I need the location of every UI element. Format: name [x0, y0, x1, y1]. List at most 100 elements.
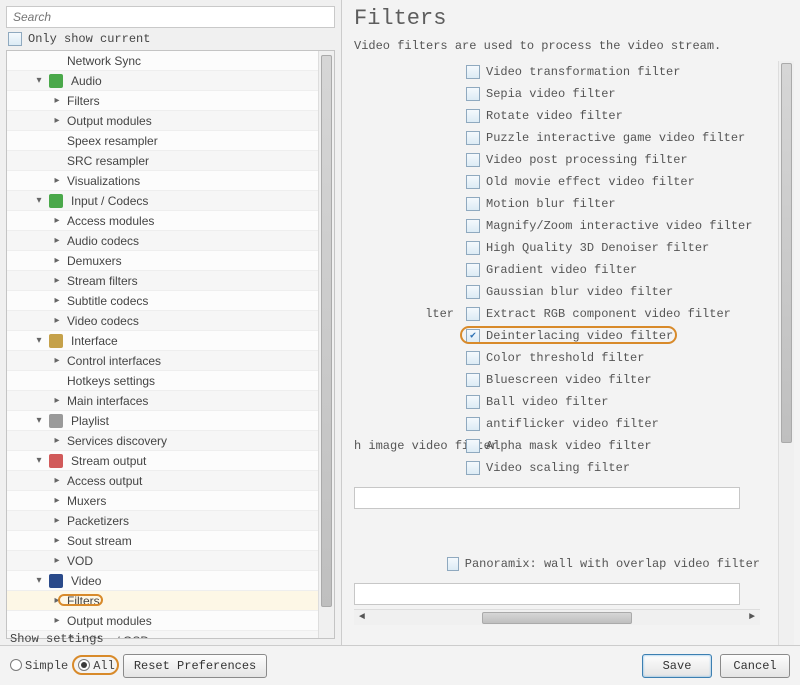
tree-item[interactable]: Speex resampler — [7, 131, 334, 151]
reset-preferences-button[interactable]: Reset Preferences — [123, 654, 267, 678]
tree-item[interactable]: ▾Input / Codecs — [7, 191, 334, 211]
radio-simple[interactable]: Simple — [10, 659, 68, 673]
filter-item[interactable]: Deinterlacing video filter — [354, 325, 760, 347]
filter-item[interactable]: Video transformation filter — [354, 61, 760, 83]
tree-item[interactable]: ▸Audio codecs — [7, 231, 334, 251]
tree-item[interactable]: ▸Output modules — [7, 111, 334, 131]
filter-item[interactable]: Color threshold filter — [354, 347, 760, 369]
tree-item[interactable]: ▸Subtitle codecs — [7, 291, 334, 311]
tree-twisty-icon[interactable]: ▸ — [51, 435, 63, 446]
tree-scrollbar[interactable] — [318, 51, 334, 638]
filter-item[interactable]: Motion blur filter — [354, 193, 760, 215]
filter-item[interactable]: Rotate video filter — [354, 105, 760, 127]
tree-item[interactable]: ▾Stream output — [7, 451, 334, 471]
tree-item[interactable]: ▸Services discovery — [7, 431, 334, 451]
filter-item[interactable]: Video scaling filter — [354, 457, 760, 479]
filter-item[interactable]: Gaussian blur video filter — [354, 281, 760, 303]
filter-checkbox[interactable] — [466, 439, 480, 453]
tree-twisty-icon[interactable]: ▾ — [33, 335, 45, 346]
radio-all[interactable]: All — [78, 659, 115, 673]
tree-item[interactable]: ▾Interface — [7, 331, 334, 351]
tree-twisty-icon[interactable]: ▾ — [33, 415, 45, 426]
panoramix-item[interactable]: Panoramix: wall with overlap video filte… — [354, 553, 760, 575]
filter-checkbox[interactable] — [447, 557, 459, 571]
filter-checkbox[interactable] — [466, 373, 480, 387]
filter-checkbox[interactable] — [466, 197, 480, 211]
tree-twisty-icon[interactable]: ▸ — [51, 515, 63, 526]
horizontal-scrollbar[interactable]: ◄► — [354, 609, 760, 625]
tree-twisty-icon[interactable]: ▸ — [51, 475, 63, 486]
filter-checkbox[interactable] — [466, 263, 480, 277]
tree-twisty-icon[interactable]: ▸ — [51, 615, 63, 626]
filter-item[interactable]: High Quality 3D Denoiser filter — [354, 237, 760, 259]
tree-item[interactable]: ▸Control interfaces — [7, 351, 334, 371]
filter-item[interactable]: Ball video filter — [354, 391, 760, 413]
tree-twisty-icon[interactable]: ▸ — [51, 115, 63, 126]
preferences-tree[interactable]: Network Sync▾Audio▸Filters▸Output module… — [6, 50, 335, 639]
filter-item[interactable]: Gradient video filter — [354, 259, 760, 281]
tree-twisty-icon[interactable]: ▾ — [33, 75, 45, 86]
filter-checkbox[interactable] — [466, 461, 480, 475]
tree-twisty-icon[interactable]: ▾ — [33, 455, 45, 466]
filter-checkbox[interactable] — [466, 351, 480, 365]
filter-checkbox[interactable] — [466, 417, 480, 431]
filter-checkbox[interactable] — [466, 65, 480, 79]
tree-item[interactable]: ▸Demuxers — [7, 251, 334, 271]
tree-item[interactable]: ▸Access modules — [7, 211, 334, 231]
tree-item[interactable]: ▸Filters — [7, 591, 334, 611]
tree-twisty-icon[interactable]: ▸ — [51, 175, 63, 186]
tree-item[interactable]: ▾Audio — [7, 71, 334, 91]
tree-item[interactable]: ▸Filters — [7, 91, 334, 111]
tree-twisty-icon[interactable]: ▸ — [51, 215, 63, 226]
tree-twisty-icon[interactable]: ▸ — [51, 595, 63, 606]
tree-item[interactable]: Hotkeys settings — [7, 371, 334, 391]
filter-item[interactable]: Puzzle interactive game video filter — [354, 127, 760, 149]
filter-checkbox[interactable] — [466, 219, 480, 233]
filters-scrollbar[interactable] — [778, 61, 794, 645]
tree-item[interactable]: ▸VOD — [7, 551, 334, 571]
tree-twisty-icon[interactable]: ▾ — [33, 575, 45, 586]
filter-checkbox[interactable] — [466, 395, 480, 409]
tree-twisty-icon[interactable]: ▸ — [51, 255, 63, 266]
text-field[interactable] — [354, 487, 740, 509]
search-input[interactable] — [6, 6, 335, 28]
filter-checkbox[interactable] — [466, 307, 480, 321]
tree-item[interactable]: ▸Packetizers — [7, 511, 334, 531]
tree-item[interactable]: ▾Playlist — [7, 411, 334, 431]
tree-twisty-icon[interactable]: ▸ — [51, 395, 63, 406]
filter-item[interactable]: Sepia video filter — [354, 83, 760, 105]
tree-item[interactable]: ▸Muxers — [7, 491, 334, 511]
filter-checkbox[interactable] — [466, 109, 480, 123]
tree-twisty-icon[interactable]: ▸ — [51, 95, 63, 106]
only-show-current[interactable]: Only show current — [0, 32, 341, 50]
tree-twisty-icon[interactable]: ▸ — [51, 235, 63, 246]
tree-twisty-icon[interactable]: ▸ — [51, 295, 63, 306]
filter-checkbox[interactable] — [466, 87, 480, 101]
tree-item[interactable]: ▸Main interfaces — [7, 391, 334, 411]
save-button[interactable]: Save — [642, 654, 712, 678]
tree-twisty-icon[interactable]: ▸ — [51, 275, 63, 286]
tree-twisty-icon[interactable]: ▾ — [33, 195, 45, 206]
filter-item[interactable]: Bluescreen video filter — [354, 369, 760, 391]
tree-twisty-icon[interactable]: ▸ — [51, 315, 63, 326]
filter-checkbox[interactable] — [466, 241, 480, 255]
filter-item[interactable]: Magnify/Zoom interactive video filter — [354, 215, 760, 237]
tree-twisty-icon[interactable]: ▸ — [51, 535, 63, 546]
cancel-button[interactable]: Cancel — [720, 654, 790, 678]
tree-item[interactable]: ▸Video codecs — [7, 311, 334, 331]
filter-checkbox[interactable] — [466, 153, 480, 167]
tree-item[interactable]: SRC resampler — [7, 151, 334, 171]
tree-item[interactable]: ▸Visualizations — [7, 171, 334, 191]
tree-item[interactable]: ▸Sout stream — [7, 531, 334, 551]
tree-item[interactable]: ▸Access output — [7, 471, 334, 491]
filter-item[interactable]: antiflicker video filter — [354, 413, 760, 435]
tree-item[interactable]: Network Sync — [7, 51, 334, 71]
filter-item[interactable]: Old movie effect video filter — [354, 171, 760, 193]
tree-twisty-icon[interactable]: ▸ — [51, 355, 63, 366]
tree-item[interactable]: ▸Output modules — [7, 611, 334, 631]
tree-item[interactable]: ▸Stream filters — [7, 271, 334, 291]
tree-item[interactable]: ▾Video — [7, 571, 334, 591]
text-field[interactable] — [354, 583, 740, 605]
filter-checkbox[interactable] — [466, 131, 480, 145]
filter-checkbox[interactable] — [466, 329, 480, 343]
